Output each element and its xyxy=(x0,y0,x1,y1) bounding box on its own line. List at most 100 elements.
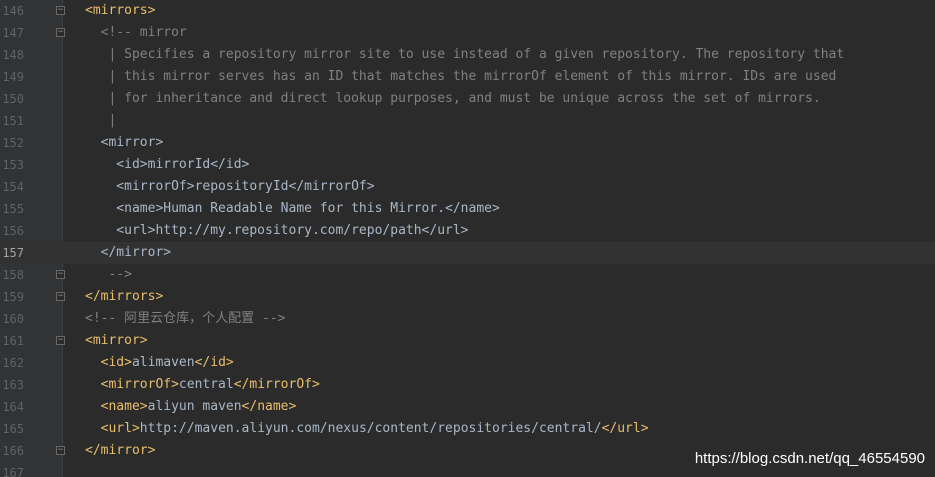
code-line[interactable]: 158 − --> xyxy=(0,264,935,286)
line-number: 150 xyxy=(2,92,24,106)
xml-tag: <id> xyxy=(85,355,132,370)
code-line[interactable]: 151 | xyxy=(0,110,935,132)
line-number: 163 xyxy=(2,378,24,392)
line-number: 151 xyxy=(2,114,24,128)
xml-tag: </mirrors> xyxy=(85,289,164,304)
fold-toggle-icon[interactable]: − xyxy=(56,292,65,301)
fold-toggle-icon[interactable]: − xyxy=(56,28,65,37)
code-content: --> xyxy=(85,264,132,286)
code-line[interactable]: 152 <mirror> xyxy=(0,132,935,154)
line-number: 159 xyxy=(2,290,24,304)
xml-tag: <url> xyxy=(85,421,140,436)
line-number: 166 xyxy=(2,444,24,458)
line-number: 167 xyxy=(2,466,24,477)
line-number: 162 xyxy=(2,356,24,370)
code-line[interactable]: 161 − <mirror> xyxy=(0,330,935,352)
xml-text: central xyxy=(178,377,234,392)
comment-xml: </mirror> xyxy=(85,245,172,260)
code-content: <mirrorOf>repositoryId</mirrorOf> xyxy=(85,176,375,198)
line-number: 149 xyxy=(2,70,24,84)
code-content: <mirrorOf>central</mirrorOf> xyxy=(85,374,320,396)
code-content: <id>mirrorId</id> xyxy=(85,154,249,176)
code-content: | for inheritance and direct lookup purp… xyxy=(85,88,821,110)
comment-xml: <url>http://my.repository.com/repo/path<… xyxy=(85,223,469,238)
line-number: 158 xyxy=(2,268,24,282)
code-content: <url>http://my.repository.com/repo/path<… xyxy=(85,220,469,242)
code-line[interactable]: 164 <name>aliyun maven</name> xyxy=(0,396,935,418)
xml-tag: <name> xyxy=(85,399,148,414)
line-number: 153 xyxy=(2,158,24,172)
xml-comment: | this mirror serves has an ID that matc… xyxy=(85,69,837,84)
line-number: 155 xyxy=(2,202,24,216)
xml-comment: --> xyxy=(85,267,132,282)
code-line[interactable]: 165 <url>http://maven.aliyun.com/nexus/c… xyxy=(0,418,935,440)
comment-xml: <mirrorOf>repositoryId</mirrorOf> xyxy=(85,179,375,194)
code-content: <!-- mirror xyxy=(85,22,187,44)
code-line[interactable]: 163 <mirrorOf>central</mirrorOf> xyxy=(0,374,935,396)
xml-tag: </mirror> xyxy=(85,443,156,458)
xml-tag: <mirror> xyxy=(85,333,148,348)
code-content: | Specifies a repository mirror site to … xyxy=(85,44,844,66)
code-content: | xyxy=(85,110,116,132)
code-line[interactable]: 149 | this mirror serves has an ID that … xyxy=(0,66,935,88)
xml-comment: <!-- 阿里云仓库，个人配置 --> xyxy=(85,311,286,326)
xml-comment: | xyxy=(85,113,117,128)
line-number: 154 xyxy=(2,180,24,194)
code-content: </mirror> xyxy=(85,440,155,462)
comment-xml: <name>Human Readable Name for this Mirro… xyxy=(85,201,500,216)
code-line[interactable]: 148 | Specifies a repository mirror site… xyxy=(0,44,935,66)
code-line[interactable]: 155 <name>Human Readable Name for this M… xyxy=(0,198,935,220)
xml-tag: </url> xyxy=(601,421,649,436)
xml-comment: | for inheritance and direct lookup purp… xyxy=(85,91,821,106)
xml-tag: <mirrorOf> xyxy=(85,377,179,392)
line-number: 157 xyxy=(2,246,24,260)
fold-toggle-icon[interactable]: − xyxy=(56,270,65,279)
code-line[interactable]: 146 − <mirrors> xyxy=(0,0,935,22)
comment-xml: <id>mirrorId</id> xyxy=(85,157,250,172)
line-number: 146 xyxy=(2,4,24,18)
code-content: <mirror> xyxy=(85,330,148,352)
code-content: <id>alimaven</id> xyxy=(85,352,234,374)
code-editor[interactable]: 146 − <mirrors> 147 − <!-- mirror 148 | Speci… xyxy=(0,0,935,477)
code-content: <name>aliyun maven</name> xyxy=(85,396,297,418)
xml-tag: </mirrorOf> xyxy=(233,377,320,392)
code-line[interactable]: 154 <mirrorOf>repositoryId</mirrorOf> xyxy=(0,176,935,198)
watermark: https://blog.csdn.net/qq_46554590 xyxy=(694,450,925,467)
code-content: | this mirror serves has an ID that matc… xyxy=(85,66,836,88)
comment-xml: <mirror> xyxy=(85,135,164,150)
code-line[interactable]: 159 − </mirrors> xyxy=(0,286,935,308)
code-line[interactable]: 160 <!-- 阿里云仓库，个人配置 --> xyxy=(0,308,935,330)
line-number: 152 xyxy=(2,136,24,150)
code-content: <name>Human Readable Name for this Mirro… xyxy=(85,198,500,220)
xml-tag: <mirrors> xyxy=(85,3,156,18)
code-content: <url>http://maven.aliyun.com/nexus/conte… xyxy=(85,418,649,440)
fold-toggle-icon[interactable]: − xyxy=(56,446,65,455)
xml-tag: </name> xyxy=(241,399,297,414)
line-number: 161 xyxy=(2,334,24,348)
xml-comment: <!-- mirror xyxy=(85,25,187,40)
xml-text: alimaven xyxy=(131,355,195,370)
line-number: 164 xyxy=(2,400,24,414)
code-content: <mirrors> xyxy=(85,0,155,22)
code-line[interactable]: 156 <url>http://my.repository.com/repo/p… xyxy=(0,220,935,242)
line-number: 156 xyxy=(2,224,24,238)
code-line[interactable]: 147 − <!-- mirror xyxy=(0,22,935,44)
xml-text: http://maven.aliyun.com/nexus/content/re… xyxy=(139,421,602,436)
code-content: <!-- 阿里云仓库，个人配置 --> xyxy=(85,308,285,330)
line-number: 165 xyxy=(2,422,24,436)
code-line[interactable]: 157 </mirror> xyxy=(0,242,935,264)
fold-toggle-icon[interactable]: − xyxy=(56,6,65,15)
code-content: <mirror> xyxy=(85,132,164,154)
code-line[interactable]: 150 | for inheritance and direct lookup … xyxy=(0,88,935,110)
code-line[interactable]: 162 <id>alimaven</id> xyxy=(0,352,935,374)
xml-tag: </id> xyxy=(194,355,234,370)
line-number: 147 xyxy=(2,26,24,40)
code-content: </mirrors> xyxy=(85,286,163,308)
xml-comment: | Specifies a repository mirror site to … xyxy=(85,47,845,62)
line-number: 160 xyxy=(2,312,24,326)
line-number: 148 xyxy=(2,48,24,62)
xml-text: aliyun maven xyxy=(147,399,242,414)
fold-toggle-icon[interactable]: − xyxy=(56,336,65,345)
code-content: </mirror> xyxy=(85,242,171,264)
code-line[interactable]: 153 <id>mirrorId</id> xyxy=(0,154,935,176)
